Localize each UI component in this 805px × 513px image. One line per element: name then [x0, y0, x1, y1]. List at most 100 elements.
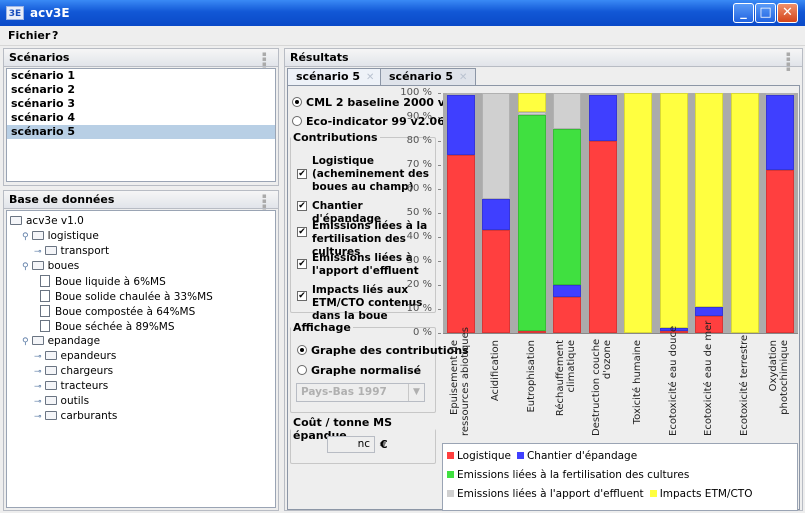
tree-node[interactable]: Boue solide chaulée à 33%MS	[40, 290, 213, 304]
cost-unit: €	[380, 438, 388, 451]
panel-grip-icon[interactable]: ▪ ▪▪ ▪	[262, 51, 272, 73]
tree-node[interactable]: acv3e v1.0	[10, 215, 84, 228]
country-select-value: Pays-Bas 1997	[301, 386, 387, 398]
scenarios-header: Scénarios ▪ ▪▪ ▪	[4, 49, 278, 73]
tab-label: scénario 5	[296, 70, 361, 83]
tree-node-label: chargeurs	[60, 365, 114, 377]
tree-node[interactable]: ⚲ epandage	[22, 335, 100, 349]
tree-node-label: boues	[47, 260, 80, 272]
tree-node[interactable]: Boue séchée à 89%MS	[40, 320, 175, 334]
scenarios-title: Scénarios	[9, 51, 70, 64]
bar-segment	[553, 285, 581, 297]
tree-node[interactable]: ⚲ boues	[22, 260, 79, 274]
x-tick-label: Epuisement de ressources abiotiques	[449, 327, 471, 436]
bar-segment	[695, 93, 723, 307]
y-tick	[438, 213, 441, 214]
tree-collapsed-icon[interactable]: ⊸	[34, 367, 42, 377]
radio-selected-icon	[292, 97, 302, 107]
tree-collapsed-icon[interactable]: ⊸	[34, 247, 42, 257]
y-tick-label: 40 %	[406, 231, 432, 242]
tree-node[interactable]: ⊸ epandeurs	[34, 350, 116, 364]
menu-help[interactable]: ?	[52, 29, 58, 42]
legend-swatch	[516, 452, 524, 459]
results-header: Résultats ▪ ▪ ▪ ▪	[285, 49, 802, 73]
y-tick-label: 50 %	[406, 207, 432, 218]
legend-label: Logistique	[457, 450, 511, 462]
tree-node[interactable]: Boue liquide à 6%MS	[40, 275, 166, 289]
y-tick	[438, 285, 441, 286]
y-tick	[438, 309, 441, 310]
bar-segment	[482, 198, 510, 230]
bar-segment	[731, 93, 759, 333]
tree-expanded-icon[interactable]: ⚲	[22, 337, 29, 347]
cost-field[interactable]: nc	[327, 436, 375, 453]
database-header: Base de données ▪ ▪▪ ▪	[4, 191, 278, 215]
folder-icon	[44, 246, 57, 255]
y-tick	[438, 165, 441, 166]
folder-icon	[44, 381, 57, 390]
tree-expanded-icon[interactable]: ⚲	[22, 262, 29, 272]
x-tick-label: Oxydation photochimique	[768, 340, 790, 415]
tree-node[interactable]: Boue compostée à 64%MS	[40, 305, 195, 319]
panel-grip-icon[interactable]: ▪ ▪▪ ▪	[262, 193, 272, 215]
close-button[interactable]: ✕	[777, 3, 798, 23]
folder-icon	[31, 231, 44, 240]
x-tick-label: Acidification	[490, 340, 501, 402]
scenario-item[interactable]: scénario 3	[7, 97, 275, 111]
scenario-item[interactable]: scénario 4	[7, 111, 275, 125]
legend-label: Emissions liées à la fertilisation des c…	[457, 469, 690, 481]
x-tick-label: Ecotoxicité eau douce	[668, 325, 679, 436]
tab-scenario-5-active[interactable]: scénario 5 ✕	[287, 68, 384, 85]
tree-collapsed-icon[interactable]: ⊸	[34, 352, 42, 362]
tree-node-label: Boue compostée à 64%MS	[55, 306, 196, 318]
legend-row: Emissions liées à l'apport d'effluent Imp…	[447, 488, 758, 500]
tree-node-label: carburants	[60, 410, 118, 422]
tree-node[interactable]: ⊸ transport	[34, 245, 109, 259]
y-tick	[438, 261, 441, 262]
tree-node[interactable]: ⊸ outils	[34, 395, 89, 409]
scenario-item[interactable]: scénario 1	[7, 69, 275, 83]
scenario-item[interactable]: scénario 2	[7, 83, 275, 97]
y-tick	[438, 333, 441, 334]
tab-close-icon[interactable]: ✕	[459, 72, 467, 83]
tree-node[interactable]: ⊸ chargeurs	[34, 365, 113, 379]
folder-icon	[44, 366, 57, 375]
radio-icon	[292, 116, 302, 126]
tree-node[interactable]: ⊸ tracteurs	[34, 380, 108, 394]
scenarios-list[interactable]: scénario 1 scénario 2 scénario 3 scénario 4…	[6, 68, 276, 182]
legend-row: Emissions liées à la fertilisation des c…	[447, 469, 695, 481]
y-tick-label: 60 %	[406, 183, 432, 194]
tree-expanded-icon[interactable]: ⚲	[22, 232, 29, 242]
tab-scenario-5[interactable]: scénario 5 ✕	[380, 68, 477, 85]
graph-normalise-radio[interactable]: Graphe normalisé	[297, 364, 421, 377]
tree-collapsed-icon[interactable]: ⊸	[34, 412, 42, 422]
tree-node[interactable]: ⚲ logistique	[22, 230, 99, 244]
bar-segment	[553, 129, 581, 285]
chevron-down-icon[interactable]: ▼	[408, 384, 424, 401]
scenario-item[interactable]: scénario 5	[7, 125, 275, 139]
results-title: Résultats	[290, 51, 349, 64]
legend-swatch	[447, 471, 454, 478]
radio-selected-icon	[297, 345, 307, 355]
tree-collapsed-icon[interactable]: ⊸	[34, 397, 42, 407]
database-tree[interactable]: acv3e v1.0 ⚲ logistique ⊸ transport ⚲ boues Bou…	[6, 210, 276, 508]
maximize-button[interactable]: □	[755, 3, 776, 23]
y-tick-label: 80 %	[406, 135, 432, 146]
tree-node[interactable]: ⊸ carburants	[34, 410, 117, 424]
minimize-button[interactable]: _	[733, 3, 754, 23]
panel-grip-icon[interactable]: ▪ ▪▪ ▪	[786, 51, 796, 73]
menu-fichier[interactable]: Fichier	[8, 29, 50, 42]
y-tick	[438, 117, 441, 118]
tree-collapsed-icon[interactable]: ⊸	[34, 382, 42, 392]
x-tick-label: Eutrophisation	[526, 340, 537, 413]
folder-icon	[31, 261, 44, 270]
tab-close-icon[interactable]: ✕	[366, 72, 374, 83]
window-titlebar[interactable]: 3E acv3E _ □ ✕	[0, 0, 805, 26]
legend-label: Chantier d'épandage	[526, 450, 638, 462]
bar-segment	[518, 93, 546, 113]
legend-swatch	[447, 490, 454, 497]
file-icon	[40, 275, 50, 287]
x-tick-label: Ecotoxicité terrestre	[739, 334, 750, 436]
file-icon	[40, 305, 50, 317]
country-select[interactable]: Pays-Bas 1997 ▼	[296, 383, 425, 402]
